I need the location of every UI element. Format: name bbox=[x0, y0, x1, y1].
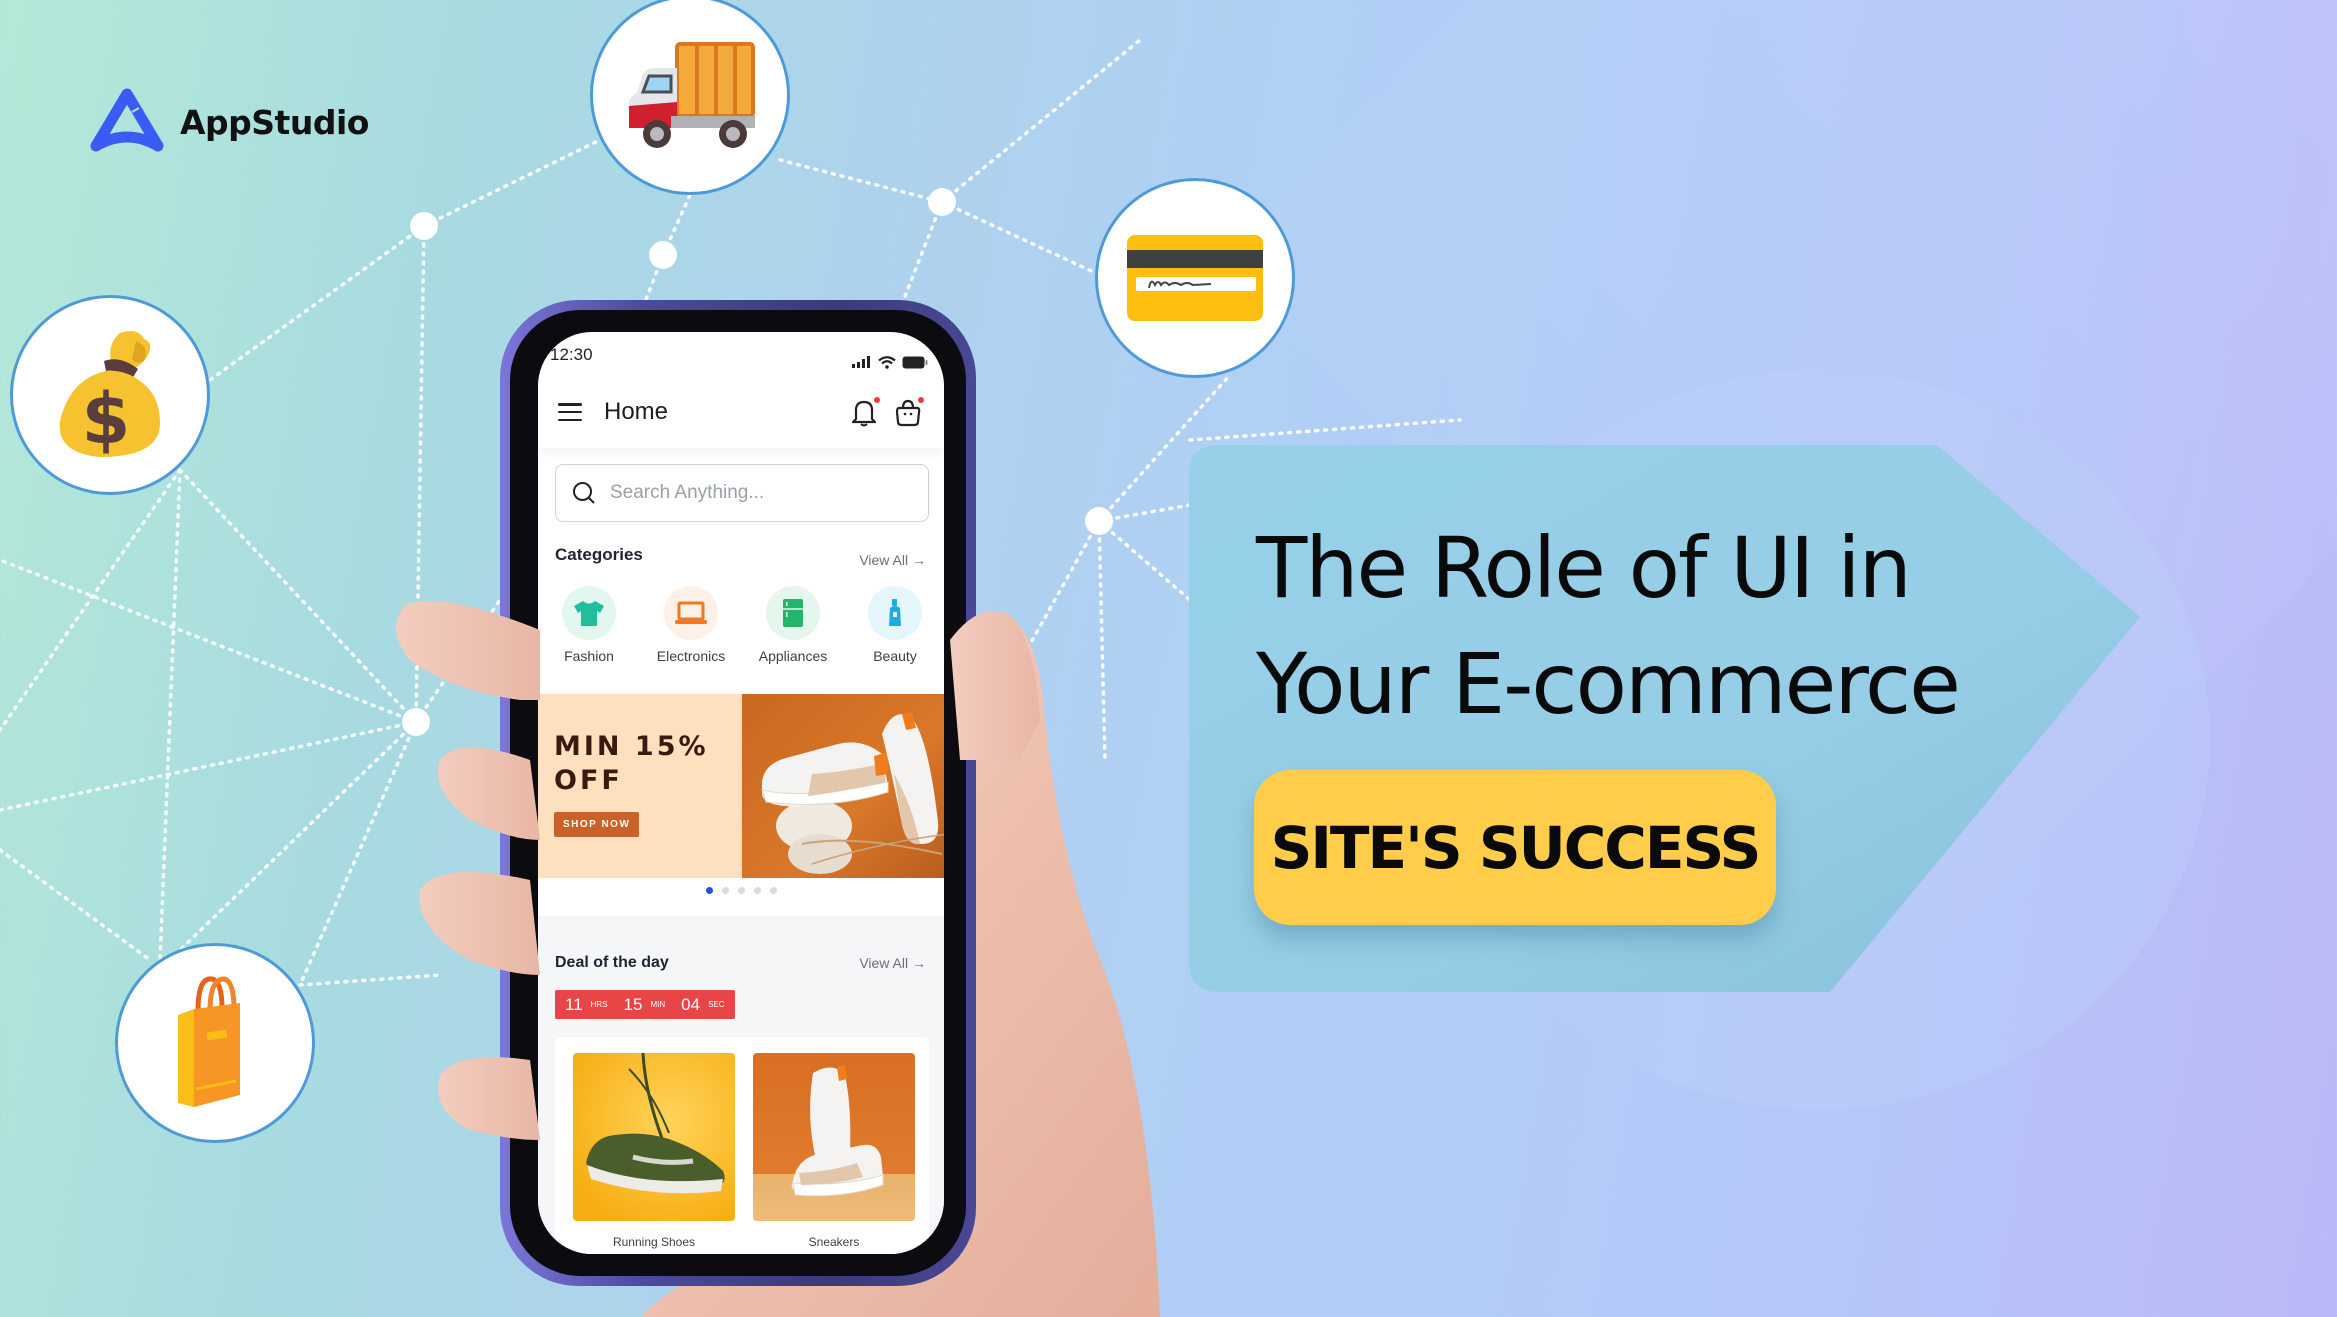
notification-badge bbox=[874, 397, 880, 403]
status-bar: 12:30 bbox=[550, 340, 928, 370]
smartphone: 12:30 Home Search Anything... Categories… bbox=[500, 300, 976, 1286]
refrigerator-icon bbox=[783, 599, 803, 627]
credit-card-circle bbox=[1095, 178, 1295, 378]
headline-line2: Your E-commerce bbox=[1256, 635, 1961, 733]
delivery-truck-circle bbox=[590, 0, 790, 195]
shopping-bag-icon bbox=[178, 976, 240, 1107]
promo-banner[interactable]: MIN 15% OFF SHOP NOW bbox=[538, 694, 944, 878]
carousel-indicator bbox=[538, 887, 944, 894]
categories-view-all-link[interactable]: View All → bbox=[859, 552, 926, 568]
deal-view-all-link[interactable]: View All → bbox=[859, 955, 926, 971]
categories-header: Categories View All → bbox=[555, 542, 926, 568]
cart-button[interactable] bbox=[894, 397, 924, 427]
category-appliances[interactable]: Appliances bbox=[758, 586, 828, 664]
shopping-bag-circle bbox=[115, 943, 315, 1143]
deal-products: Running Shoes Up to 40% OFF Sneakers bbox=[555, 1037, 929, 1254]
banner-title-line1: MIN 15% bbox=[554, 731, 709, 762]
search-icon bbox=[573, 482, 595, 504]
headline-line1: The Role of UI in bbox=[1256, 519, 1912, 617]
laptop-icon bbox=[675, 601, 707, 624]
search-input[interactable]: Search Anything... bbox=[555, 464, 929, 522]
delivery-truck-icon bbox=[629, 42, 755, 148]
hamburger-menu-icon[interactable] bbox=[558, 403, 582, 421]
appstudio-logo-icon bbox=[90, 88, 164, 152]
timer-hours: 11 bbox=[565, 994, 583, 1014]
running-shoes-image bbox=[573, 1053, 735, 1221]
shop-now-button[interactable]: SHOP NOW bbox=[554, 812, 640, 837]
timer-seconds: 04 bbox=[681, 994, 701, 1014]
money-bag-icon: $ bbox=[59, 331, 160, 460]
sneakers-on-stones-image bbox=[761, 712, 944, 874]
svg-text:$: $ bbox=[82, 378, 131, 460]
t-shirt-icon bbox=[574, 601, 604, 626]
category-electronics[interactable]: Electronics bbox=[656, 586, 726, 664]
category-fashion[interactable]: Fashion bbox=[554, 586, 624, 664]
carousel-dot[interactable] bbox=[769, 887, 777, 894]
headline-title: The Role of UI in Your E-commerce bbox=[1256, 510, 1961, 742]
cart-badge bbox=[918, 397, 924, 403]
lotion-bottle-icon bbox=[889, 599, 901, 626]
category-beauty[interactable]: Beauty bbox=[860, 586, 930, 664]
category-list: Fashion Electronics Appliances Beauty bbox=[554, 586, 944, 664]
deal-title: Deal of the day bbox=[555, 954, 669, 971]
brand-logo[interactable]: AppStudio bbox=[88, 88, 369, 156]
search-placeholder: Search Anything... bbox=[610, 482, 765, 503]
carousel-dot[interactable] bbox=[721, 887, 729, 894]
status-time: 12:30 bbox=[550, 345, 593, 364]
banner-sneakers-image bbox=[742, 694, 944, 878]
phone-screen: 12:30 Home Search Anything... Categories… bbox=[538, 332, 944, 1254]
categories-title: Categories bbox=[555, 545, 643, 564]
app-header: Home bbox=[538, 376, 944, 448]
wifi-icon bbox=[878, 355, 896, 369]
carousel-dot[interactable] bbox=[705, 887, 713, 894]
notifications-button[interactable] bbox=[850, 397, 880, 427]
product-card[interactable]: Sneakers 40-60% OFF bbox=[753, 1053, 915, 1254]
highlight-text: SITE'S SUCCESS bbox=[1270, 813, 1762, 882]
credit-card-icon bbox=[1127, 235, 1263, 321]
timer-minutes: 15 bbox=[623, 994, 643, 1014]
sneakers-image bbox=[753, 1053, 915, 1221]
product-card[interactable]: Running Shoes Up to 40% OFF bbox=[573, 1053, 735, 1254]
page-title: Home bbox=[604, 398, 669, 425]
carousel-dot[interactable] bbox=[737, 887, 745, 894]
countdown-timer: 11 HRS 15 MIN 04 SEC bbox=[555, 990, 735, 1019]
money-bag-circle: $ bbox=[10, 295, 210, 495]
banner-title-line2: OFF bbox=[554, 765, 623, 796]
carousel-dot[interactable] bbox=[753, 887, 761, 894]
signal-icon bbox=[852, 356, 870, 368]
brand-name: AppStudio bbox=[180, 102, 369, 142]
battery-icon bbox=[902, 356, 928, 368]
highlight-badge: SITE'S SUCCESS bbox=[1254, 770, 1776, 925]
deal-header: Deal of the day View All → bbox=[555, 954, 926, 972]
